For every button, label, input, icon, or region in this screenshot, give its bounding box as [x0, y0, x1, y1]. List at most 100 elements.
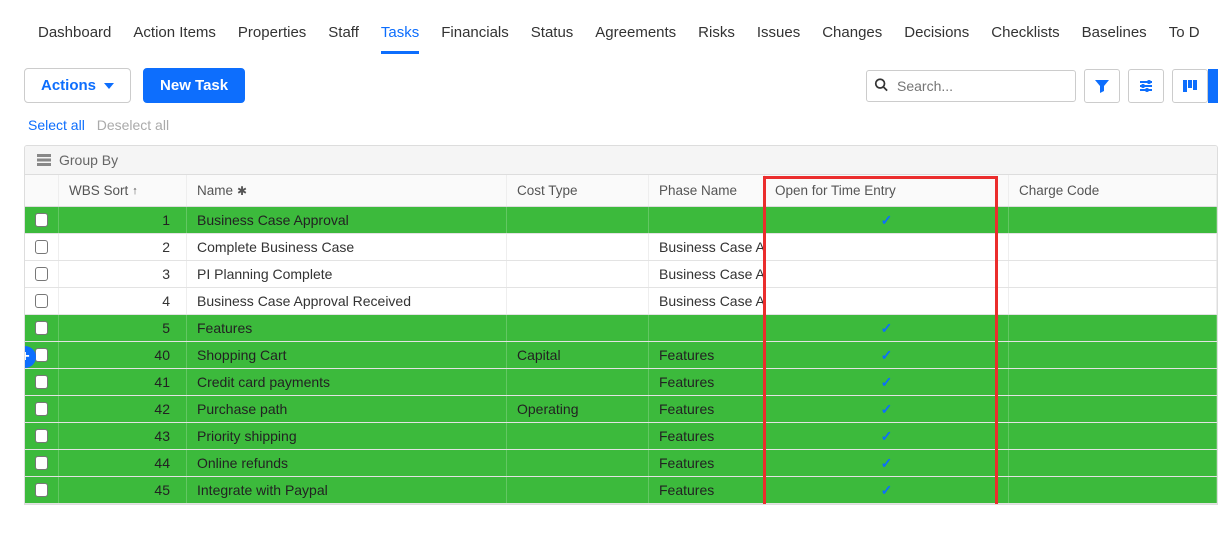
table-row[interactable]: 3PI Planning CompleteBusiness Case A...: [25, 261, 1217, 288]
tab-properties[interactable]: Properties: [238, 18, 306, 54]
table-row[interactable]: 43Priority shipping Features ✓: [25, 423, 1217, 450]
cell-name[interactable]: Purchase path: [187, 396, 507, 422]
cell-name[interactable]: Business Case Approval: [187, 207, 507, 233]
check-icon: ✓: [881, 482, 893, 499]
tab-status[interactable]: Status: [531, 18, 574, 54]
header-open-time-entry[interactable]: Open for Time Entry: [765, 175, 1009, 206]
row-checkbox[interactable]: [25, 288, 59, 314]
table-row[interactable]: 45Integrate with PaypalFeatures✓: [25, 477, 1217, 504]
tab-tasks[interactable]: Tasks: [381, 18, 419, 54]
table-row[interactable]: 41Credit card paymentsFeatures✓: [25, 369, 1217, 396]
cell-wbs: 42: [59, 396, 187, 422]
cell-charge-code: [1009, 342, 1217, 368]
caret-down-icon: [104, 83, 114, 89]
cell-cost-type: Capital: [507, 342, 649, 368]
cell-phase: Features: [649, 450, 765, 476]
tab-agreements[interactable]: Agreements: [595, 18, 676, 54]
row-checkbox[interactable]: [25, 423, 59, 449]
cell-name[interactable]: Online refunds: [187, 450, 507, 476]
table-row[interactable]: 42Purchase pathOperatingFeatures✓: [25, 396, 1217, 423]
tab-dashboard[interactable]: Dashboard: [38, 18, 111, 54]
row-checkbox[interactable]: [25, 477, 59, 503]
group-by-row[interactable]: Group By: [25, 146, 1217, 175]
cell-wbs: 43: [59, 423, 187, 449]
actions-dropdown[interactable]: Actions: [24, 68, 131, 103]
row-checkbox[interactable]: [25, 207, 59, 233]
cell-name[interactable]: Credit card payments: [187, 369, 507, 395]
row-checkbox[interactable]: [25, 396, 59, 422]
actions-label: Actions: [41, 77, 96, 94]
cell-name[interactable]: Priority shipping: [187, 423, 507, 449]
cell-open-time-entry: ✓: [765, 315, 1009, 341]
tab-staff[interactable]: Staff: [328, 18, 359, 54]
cell-charge-code: [1009, 207, 1217, 233]
tab-risks[interactable]: Risks: [698, 18, 735, 54]
header-cost-type[interactable]: Cost Type: [507, 175, 649, 206]
grid-header: WBS Sort ↑ Name ✱ Cost Type Phase Name O…: [25, 175, 1217, 207]
cell-charge-code: [1009, 261, 1217, 287]
cell-name[interactable]: Shopping Cart: [187, 342, 507, 368]
table-row[interactable]: 44Online refundsFeatures✓: [25, 450, 1217, 477]
cell-charge-code: [1009, 423, 1217, 449]
selection-row: Select all Deselect all: [24, 117, 1218, 145]
tab-to-d[interactable]: To D: [1169, 18, 1200, 54]
search-box: [866, 70, 1076, 102]
checkbox-icon: [35, 402, 48, 416]
table-row[interactable]: 40Shopping CartCapitalFeatures✓: [25, 342, 1217, 369]
cell-name[interactable]: PI Planning Complete: [187, 261, 507, 287]
header-charge-code[interactable]: Charge Code: [1009, 175, 1217, 206]
table-row[interactable]: 1Business Case Approval✓: [25, 207, 1217, 234]
cell-phase: Business Case A...: [649, 234, 765, 260]
cell-open-time-entry: [765, 234, 1009, 260]
table-row[interactable]: 4Business Case Approval ReceivedBusiness…: [25, 288, 1217, 315]
cell-charge-code: [1009, 396, 1217, 422]
tab-issues[interactable]: Issues: [757, 18, 800, 54]
tab-financials[interactable]: Financials: [441, 18, 509, 54]
select-all-link[interactable]: Select all: [28, 117, 85, 133]
tab-action-items[interactable]: Action Items: [133, 18, 216, 54]
check-icon: ✓: [881, 428, 893, 445]
row-checkbox[interactable]: [25, 234, 59, 260]
checkbox-icon: [35, 240, 48, 254]
tab-changes[interactable]: Changes: [822, 18, 882, 54]
cell-phase: Features: [649, 423, 765, 449]
header-wbs-sort[interactable]: WBS Sort ↑: [59, 175, 187, 206]
cell-open-time-entry: ✓: [765, 477, 1009, 503]
cell-phase: Features: [649, 477, 765, 503]
check-icon: ✓: [881, 212, 893, 229]
filter-button[interactable]: [1084, 69, 1120, 103]
cell-name[interactable]: Complete Business Case: [187, 234, 507, 260]
cell-name[interactable]: Business Case Approval Received: [187, 288, 507, 314]
settings-sliders-button[interactable]: [1128, 69, 1164, 103]
cell-wbs: 4: [59, 288, 187, 314]
expand-panel-strip[interactable]: [1208, 69, 1218, 103]
cell-name[interactable]: Features: [187, 315, 507, 341]
cell-phase: [649, 207, 765, 233]
tab-baselines[interactable]: Baselines: [1082, 18, 1147, 54]
new-task-button[interactable]: New Task: [143, 68, 245, 103]
table-row[interactable]: 2Complete Business CaseBusiness Case A..…: [25, 234, 1217, 261]
cell-charge-code: [1009, 369, 1217, 395]
cell-cost-type: [507, 288, 649, 314]
tab-checklists[interactable]: Checklists: [991, 18, 1059, 54]
cell-name[interactable]: Integrate with Paypal: [187, 477, 507, 503]
checkbox-icon: [35, 483, 48, 497]
cell-open-time-entry: ✓: [765, 450, 1009, 476]
header-phase-name[interactable]: Phase Name: [649, 175, 765, 206]
row-checkbox[interactable]: [25, 315, 59, 341]
row-checkbox[interactable]: [25, 261, 59, 287]
search-icon: [874, 77, 888, 94]
cell-cost-type: [507, 423, 649, 449]
header-name[interactable]: Name ✱: [187, 175, 507, 206]
check-icon: ✓: [881, 374, 893, 391]
cell-wbs: 5: [59, 315, 187, 341]
search-input[interactable]: [866, 70, 1076, 102]
board-view-button[interactable]: [1172, 69, 1208, 103]
row-checkbox[interactable]: [25, 369, 59, 395]
cell-phase: Business Case A...: [649, 261, 765, 287]
tab-decisions[interactable]: Decisions: [904, 18, 969, 54]
row-checkbox[interactable]: [25, 450, 59, 476]
table-row[interactable]: 5Features ✓: [25, 315, 1217, 342]
cell-open-time-entry: [765, 261, 1009, 287]
check-icon: ✓: [881, 347, 893, 364]
